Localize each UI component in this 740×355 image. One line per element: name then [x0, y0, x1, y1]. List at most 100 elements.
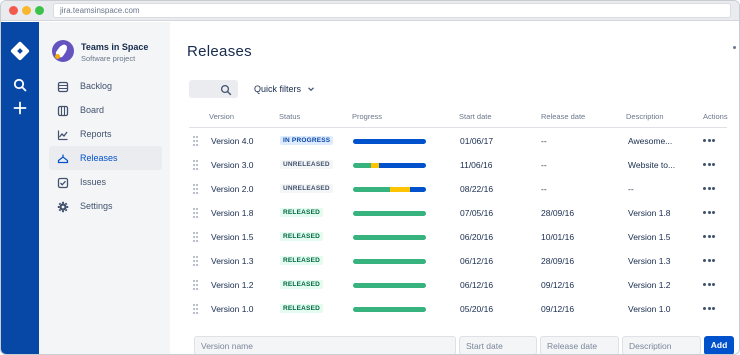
release-date-input[interactable]: Release date — [540, 336, 619, 354]
sidebar-item-label: Backlog — [80, 81, 113, 91]
search-icon[interactable] — [12, 77, 28, 93]
chevron-down-icon — [307, 85, 315, 93]
version-link[interactable]: Version 1.8 — [211, 208, 254, 218]
address-bar[interactable]: jira.teamsinspace.com — [53, 3, 731, 18]
more-actions-icon[interactable] — [703, 307, 715, 311]
progress-segment-in-progress — [371, 163, 379, 168]
main-content: Releases Quick filters Version Status Pr… — [170, 22, 739, 354]
more-actions-icon[interactable] — [703, 211, 715, 215]
search-input[interactable] — [189, 80, 238, 98]
start-date: 06/20/16 — [460, 232, 494, 242]
release-date: -- — [541, 136, 547, 146]
column-header-start-date: Start date — [459, 112, 492, 121]
table-row[interactable]: Version 1.5 RELEASED 06/20/16 10/01/16 Versi… — [189, 225, 727, 249]
drag-handle-icon[interactable] — [193, 184, 199, 194]
sidebar-item-board[interactable]: Board — [49, 98, 162, 122]
drag-handle-icon[interactable] — [193, 304, 199, 314]
column-header-description: Description — [626, 112, 664, 121]
version-name-input[interactable]: Version name — [194, 336, 456, 354]
progress-bar — [353, 211, 426, 216]
drag-handle-icon[interactable] — [193, 208, 199, 218]
more-options-icon[interactable] — [733, 46, 736, 49]
sidebar-item-label: Releases — [80, 153, 118, 163]
status-badge: UNRELEASED — [280, 184, 333, 193]
progress-segment-done — [353, 187, 390, 192]
table-row[interactable]: Version 1.8 RELEASED 07/05/16 28/09/16 Versi… — [189, 201, 727, 225]
version-link[interactable]: Version 4.0 — [211, 136, 254, 146]
project-avatar[interactable] — [52, 40, 74, 62]
version-link[interactable]: Version 1.3 — [211, 256, 254, 266]
release-date: 10/01/16 — [541, 232, 575, 242]
reports-icon — [57, 128, 69, 141]
more-actions-icon[interactable] — [703, 139, 715, 143]
version-link[interactable]: Version 1.0 — [211, 304, 254, 314]
column-header-status: Status — [279, 112, 301, 121]
sidebar-item-issues[interactable]: Issues — [49, 170, 162, 194]
progress-segment-todo — [378, 163, 426, 168]
status-badge: UNRELEASED — [280, 160, 333, 169]
version-link[interactable]: Version 1.2 — [211, 280, 254, 290]
more-actions-icon[interactable] — [703, 283, 715, 287]
progress-segment-done — [353, 283, 426, 288]
progress-bar — [353, 187, 426, 192]
sidebar-item-label: Reports — [80, 129, 112, 139]
sidebar-item-backlog[interactable]: Backlog — [49, 74, 162, 98]
releases-icon — [57, 152, 69, 164]
status-badge: IN PROGRESS — [280, 136, 334, 145]
drag-handle-icon[interactable] — [193, 256, 199, 266]
sidebar-item-label: Board — [80, 105, 105, 115]
table-row[interactable]: Version 2.0 UNRELEASED 08/22/16 -- -- — [189, 177, 727, 201]
progress-bar — [353, 235, 426, 240]
header-divider — [189, 127, 727, 128]
project-type: Software project — [81, 54, 136, 63]
version-link[interactable]: Version 1.5 — [211, 232, 254, 242]
quick-filters-label: Quick filters — [254, 84, 302, 94]
quick-filters-dropdown[interactable]: Quick filters — [254, 84, 315, 94]
description-input[interactable]: Description — [622, 336, 701, 354]
description: Version 1.2 — [628, 280, 671, 290]
more-actions-icon[interactable] — [703, 235, 715, 239]
version-link[interactable]: Version 3.0 — [211, 160, 254, 170]
table-row[interactable]: Version 1.2 RELEASED 06/12/16 09/12/16 Versi… — [189, 273, 727, 297]
progress-segment-done — [353, 163, 372, 168]
add-version-button[interactable]: Add — [704, 336, 734, 354]
create-plus-icon[interactable] — [12, 100, 28, 116]
close-window-button[interactable] — [9, 6, 18, 15]
start-date: 07/05/16 — [460, 208, 494, 218]
drag-handle-icon[interactable] — [193, 160, 199, 170]
maximize-window-button[interactable] — [35, 6, 44, 15]
table-row[interactable]: Version 1.3 RELEASED 06/12/16 28/09/16 Versi… — [189, 249, 727, 273]
more-actions-icon[interactable] — [703, 187, 715, 191]
start-date-input[interactable]: Start date — [459, 336, 537, 354]
start-date: 08/22/16 — [460, 184, 494, 194]
progress-segment-in-progress — [389, 187, 410, 192]
progress-segment-done — [353, 211, 426, 216]
table-row[interactable]: Version 4.0 IN PROGRESS 01/06/17 -- Awesome.… — [189, 129, 727, 153]
version-link[interactable]: Version 2.0 — [211, 184, 254, 194]
release-date: 28/09/16 — [541, 256, 575, 266]
sidebar-item-label: Issues — [80, 177, 107, 187]
release-date: 28/09/16 — [541, 208, 575, 218]
description: Website to... — [628, 160, 676, 170]
table-row[interactable]: Version 1.0 RELEASED 05/20/16 09/12/16 Versi… — [189, 297, 727, 321]
browser-titlebar: jira.teamsinspace.com — [1, 1, 739, 21]
status-badge: RELEASED — [280, 208, 323, 217]
drag-handle-icon[interactable] — [193, 232, 199, 242]
more-actions-icon[interactable] — [703, 163, 715, 167]
jira-logo-icon[interactable] — [10, 41, 30, 61]
drag-handle-icon[interactable] — [193, 136, 199, 146]
sidebar-item-releases[interactable]: Releases — [49, 146, 162, 170]
more-actions-icon[interactable] — [703, 259, 715, 263]
minimize-window-button[interactable] — [22, 6, 31, 15]
sidebar-item-settings[interactable]: Settings — [49, 194, 162, 218]
column-header-progress: Progress — [352, 112, 383, 121]
column-header-release-date: Release date — [541, 112, 586, 121]
board-icon — [57, 104, 69, 117]
table-row[interactable]: Version 3.0 UNRELEASED 11/06/16 -- Website t… — [189, 153, 727, 177]
drag-handle-icon[interactable] — [193, 280, 199, 290]
description: Version 1.5 — [628, 232, 671, 242]
project-name: Teams in Space — [81, 42, 149, 52]
progress-segment-todo — [353, 139, 426, 144]
description: -- — [628, 184, 634, 194]
sidebar-item-reports[interactable]: Reports — [49, 122, 162, 146]
